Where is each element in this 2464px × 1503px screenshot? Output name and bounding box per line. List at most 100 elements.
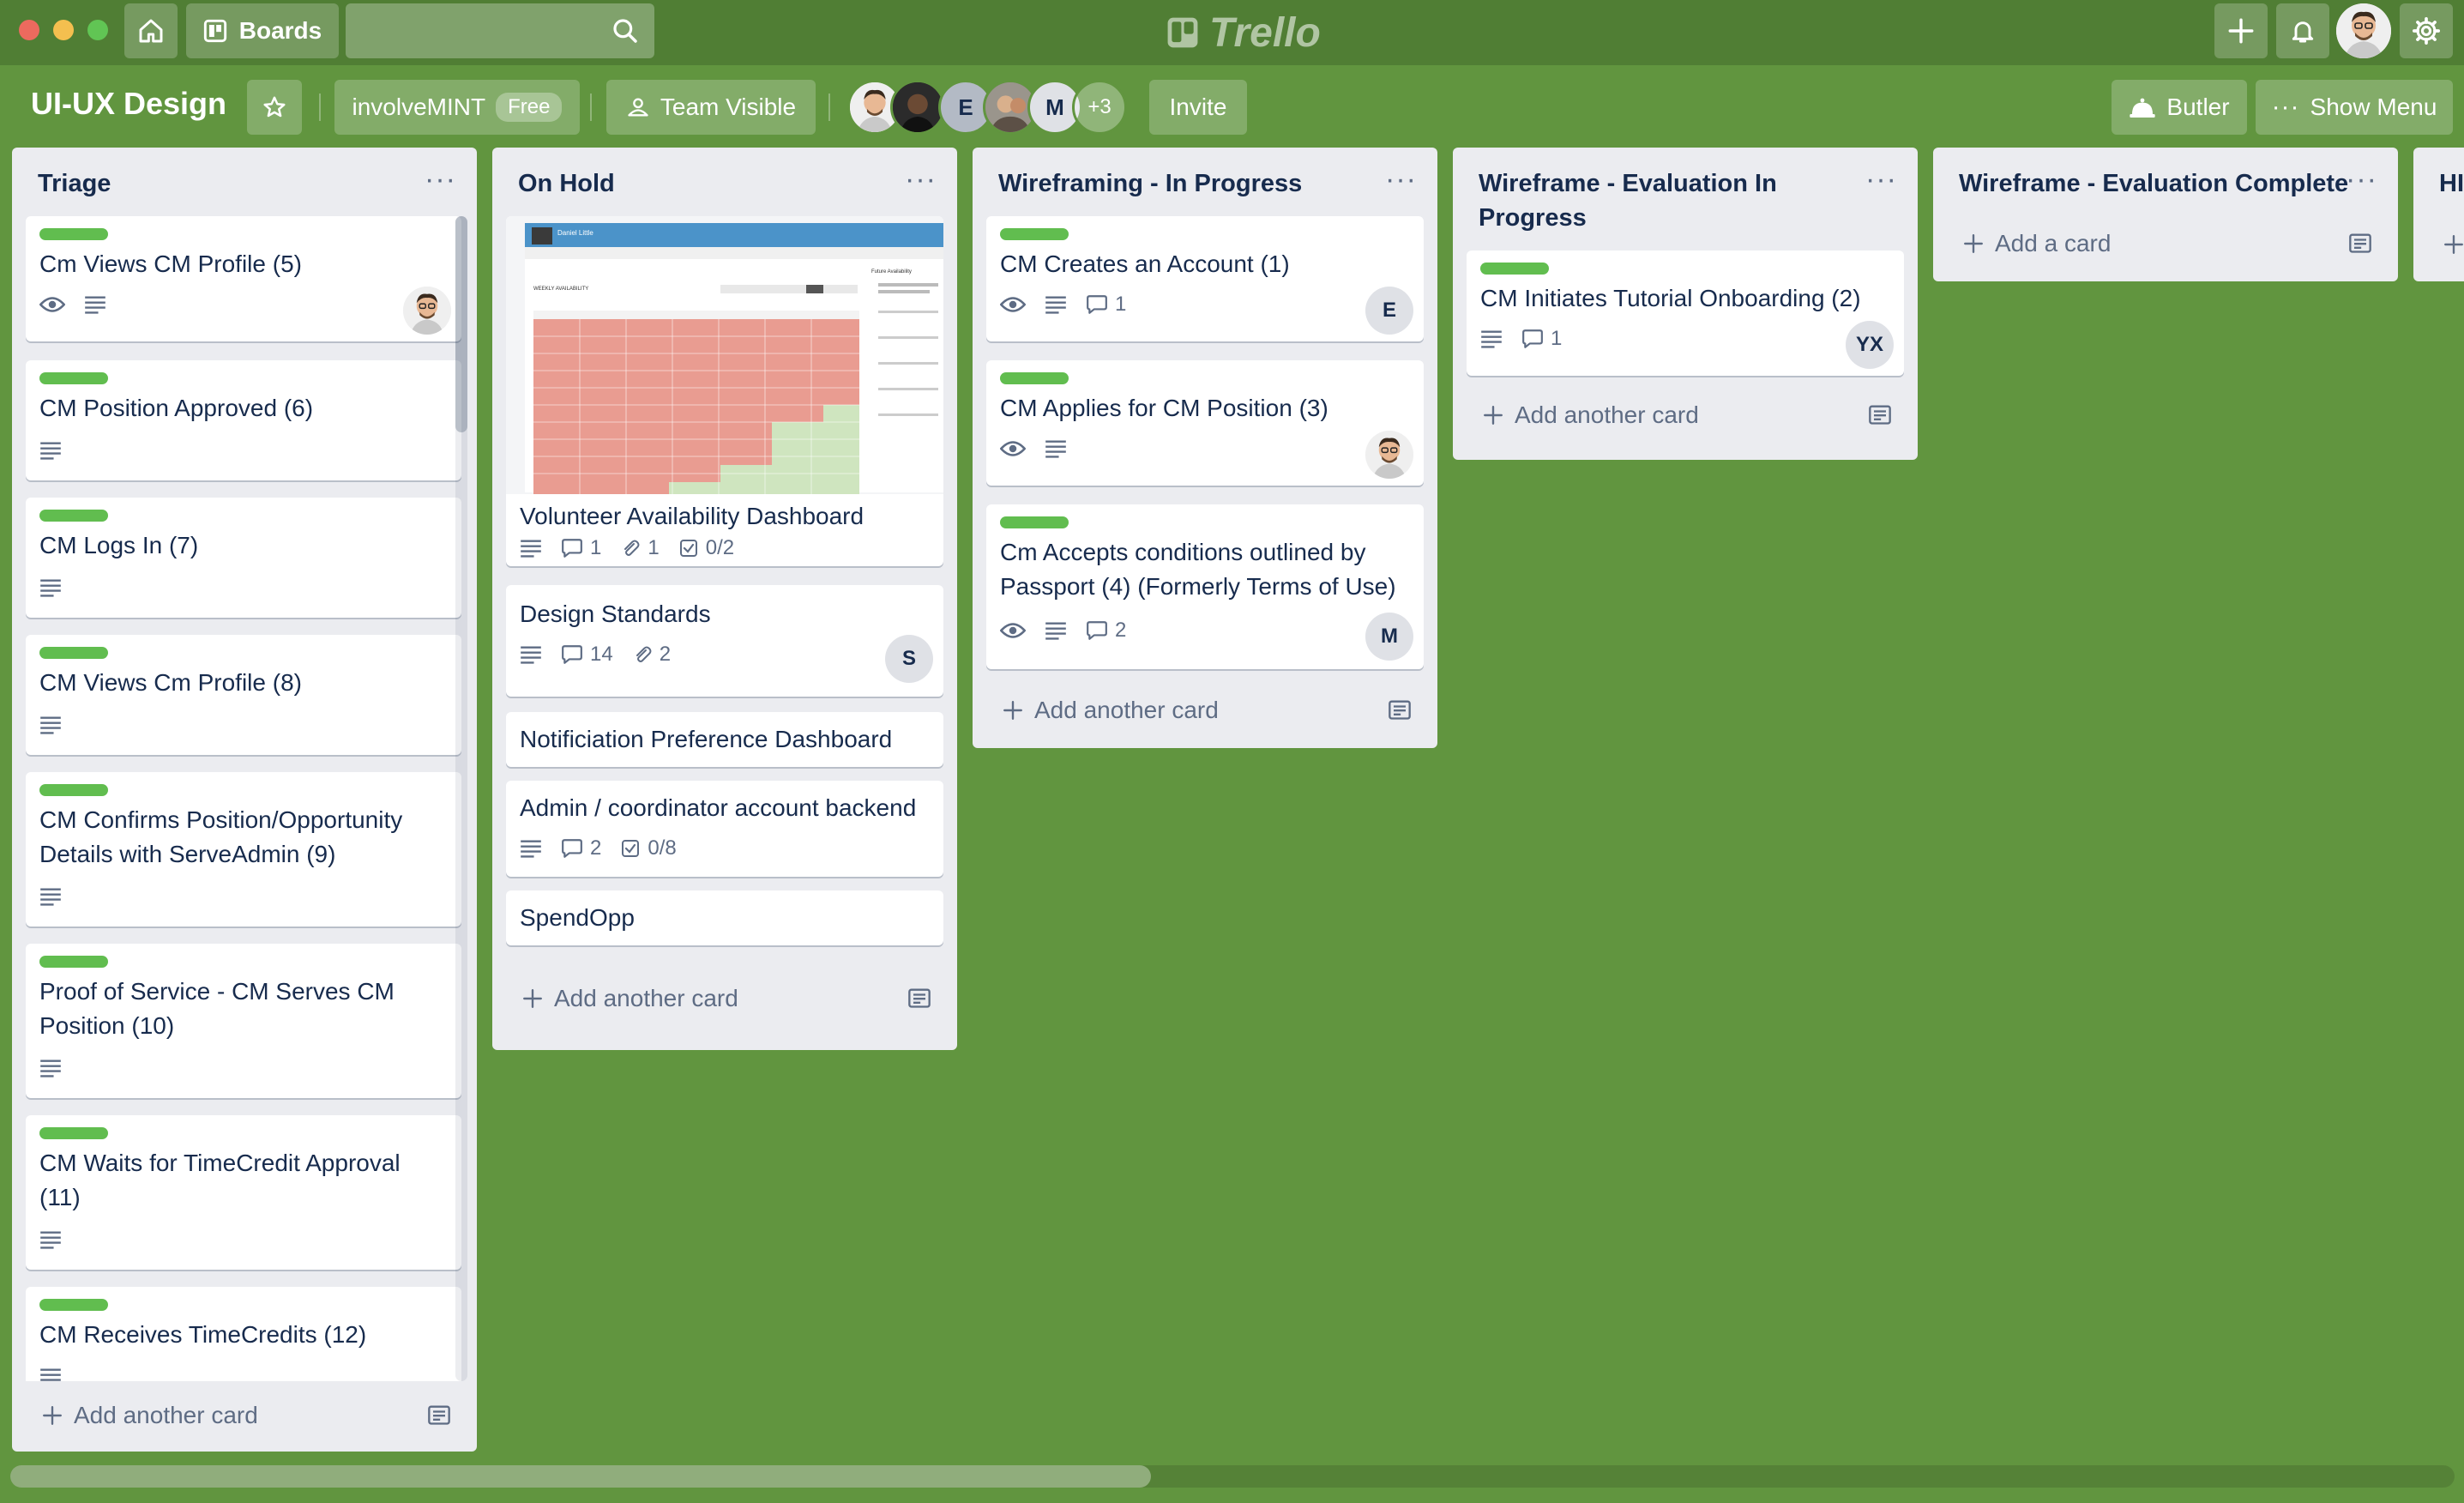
green-label[interactable] xyxy=(39,1127,108,1139)
boards-button[interactable]: Boards xyxy=(186,3,339,58)
window-zoom-button[interactable] xyxy=(87,20,108,40)
list-scrollbar-thumb[interactable] xyxy=(455,216,467,432)
card-template-icon[interactable] xyxy=(907,987,931,1009)
more-dots-icon: ··· xyxy=(2271,93,2300,121)
green-label[interactable] xyxy=(1000,372,1069,384)
comments-badge: 1 xyxy=(1086,293,1126,317)
card-member-avatar[interactable] xyxy=(1365,431,1413,479)
invite-button[interactable]: Invite xyxy=(1149,80,1247,135)
card-member-avatar[interactable]: M xyxy=(1365,613,1413,661)
show-menu-button[interactable]: ··· Show Menu xyxy=(2256,80,2453,135)
home-button[interactable] xyxy=(124,3,178,58)
window-minimize-button[interactable] xyxy=(53,20,74,40)
card[interactable]: CM Waits for TimeCredit Approval (11) xyxy=(26,1115,461,1270)
green-label[interactable] xyxy=(39,956,108,968)
trello-logo[interactable]: Trello xyxy=(1166,9,1321,57)
card-title: CM Views Cm Profile (8) xyxy=(39,669,302,696)
list-title[interactable]: Wireframe - Evaluation In Progress xyxy=(1479,166,1839,235)
comment-icon xyxy=(562,539,582,558)
card[interactable]: CM Initiates Tutorial Onboarding (2) 1 Y… xyxy=(1467,250,1904,376)
card-template-icon[interactable] xyxy=(2348,232,2372,254)
visibility-button[interactable]: Team Visible xyxy=(606,80,816,135)
card[interactable]: CM Creates an Account (1) 1 E xyxy=(986,216,1424,341)
notifications-button[interactable] xyxy=(2276,3,2329,58)
card[interactable]: Cm Views CM Profile (5) xyxy=(26,216,461,341)
add-card-button[interactable]: Add a card xyxy=(1962,225,2111,263)
create-button[interactable] xyxy=(2214,3,2268,58)
card-title: CM Receives TimeCredits (12) xyxy=(39,1321,367,1348)
card[interactable]: Cm Accepts conditions outlined by Passpo… xyxy=(986,504,1424,669)
checklist-count: 0/2 xyxy=(705,536,735,559)
search-box[interactable] xyxy=(346,3,654,58)
card-member-avatar[interactable]: YX xyxy=(1846,321,1894,369)
card[interactable]: CM Confirms Position/Opportunity Details… xyxy=(26,772,461,927)
list-triage: Triage ··· Cm Views CM Profile (5) CM Po… xyxy=(12,148,477,1452)
card[interactable]: Notificiation Preference Dashboard xyxy=(506,712,943,767)
card[interactable]: SpendOpp xyxy=(506,890,943,945)
star-button[interactable] xyxy=(247,80,302,135)
card[interactable]: Admin / coordinator account backend 2 0/… xyxy=(506,781,943,877)
list-menu-button[interactable]: ··· xyxy=(1865,165,1897,194)
green-label[interactable] xyxy=(39,784,108,796)
list-title[interactable]: Wireframe - Evaluation Complete xyxy=(1959,166,2348,201)
list-menu-button[interactable]: ··· xyxy=(425,165,456,194)
mockup-profile-name: Daniel Little xyxy=(557,229,593,237)
card[interactable]: CM Position Approved (6) xyxy=(26,360,461,480)
description-icon xyxy=(40,442,61,460)
plus-icon[interactable] xyxy=(2443,233,2464,256)
bell-icon xyxy=(2292,21,2314,43)
card[interactable]: CM Views Cm Profile (8) xyxy=(26,635,461,755)
window-close-button[interactable] xyxy=(19,20,39,40)
card-member-avatar[interactable]: E xyxy=(1365,287,1413,335)
list-menu-button[interactable]: ··· xyxy=(905,165,937,194)
list-menu-button[interactable]: ··· xyxy=(1385,165,1417,194)
user-avatar-face xyxy=(2336,3,2391,58)
green-label[interactable] xyxy=(1000,228,1069,240)
list-menu-button[interactable]: ··· xyxy=(2346,165,2377,194)
card-template-icon[interactable] xyxy=(1868,403,1892,426)
green-label[interactable] xyxy=(39,1299,108,1311)
card-title: CM Creates an Account (1) xyxy=(1000,250,1290,277)
green-label[interactable] xyxy=(1480,263,1549,275)
card[interactable]: CM Logs In (7) xyxy=(26,498,461,618)
card[interactable]: CM Applies for CM Position (3) xyxy=(986,360,1424,486)
board-title[interactable]: UI-UX Design xyxy=(31,86,226,122)
green-label[interactable] xyxy=(39,372,108,384)
list-title[interactable]: HI xyxy=(2439,166,2464,201)
more-members-button[interactable]: +3 xyxy=(1072,80,1127,135)
user-avatar[interactable] xyxy=(2336,3,2391,58)
list-title[interactable]: On Hold xyxy=(518,166,615,201)
list-title[interactable]: Triage xyxy=(38,166,111,201)
card[interactable]: Daniel Little WEEKLY AVAILABILITY Future… xyxy=(506,216,943,566)
add-card-button[interactable]: Add another card xyxy=(521,980,738,1017)
search-icon[interactable] xyxy=(611,17,639,45)
board-scrollbar-thumb[interactable] xyxy=(10,1465,1151,1488)
add-card-button[interactable]: Add another card xyxy=(1482,396,1699,434)
list-title[interactable]: Wireframing - In Progress xyxy=(998,166,1302,201)
butler-button[interactable]: Butler xyxy=(2112,80,2247,135)
card[interactable]: CM Receives TimeCredits (12) xyxy=(26,1287,461,1381)
search-input[interactable] xyxy=(346,3,654,58)
green-label[interactable] xyxy=(39,510,108,522)
card-member-avatar[interactable]: S xyxy=(885,635,933,683)
card[interactable]: Proof of Service - CM Serves CM Position… xyxy=(26,944,461,1098)
member-avatar[interactable] xyxy=(890,80,945,135)
add-card-button[interactable]: Add another card xyxy=(41,1397,258,1434)
add-card-button[interactable]: Add another card xyxy=(1002,691,1219,729)
add-card-label: Add another card xyxy=(554,985,738,1011)
card-member-avatar[interactable] xyxy=(403,287,451,335)
green-label[interactable] xyxy=(1000,516,1069,528)
comments-badge: 1 xyxy=(1521,327,1562,351)
card-title: Admin / coordinator account backend xyxy=(520,794,917,821)
settings-button[interactable] xyxy=(2400,3,2453,58)
green-label[interactable] xyxy=(39,647,108,659)
dashboard-mockup-thumbnail: Daniel Little WEEKLY AVAILABILITY Future… xyxy=(525,223,943,494)
card-badges xyxy=(39,1055,62,1081)
card-template-icon[interactable] xyxy=(427,1403,451,1426)
card[interactable]: Design Standards 14 2 S xyxy=(506,585,943,697)
team-button[interactable]: involveMINT Free xyxy=(334,80,580,135)
card-badges: 1 xyxy=(1480,326,1562,352)
card-template-icon[interactable] xyxy=(1388,698,1412,721)
green-label[interactable] xyxy=(39,228,108,240)
card-badges: 2 xyxy=(1000,618,1126,643)
